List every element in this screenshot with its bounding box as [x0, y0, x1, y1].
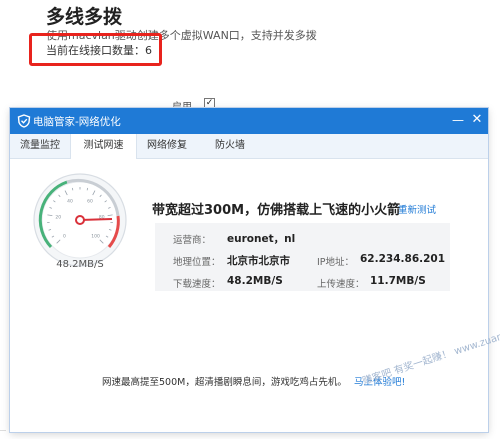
gauge-tick-label: 60 [87, 198, 93, 204]
speed-gauge: 02040 6080100 48.2MB/S [33, 173, 127, 270]
tab-bar: 流量监控 测试网速 网络修复 防火墙 [10, 134, 488, 159]
gauge-tick-label: 40 [67, 198, 73, 204]
highlight-annotation-box [29, 33, 162, 66]
section-title: 多线多拨 [46, 6, 123, 28]
gauge-tick [71, 187, 74, 191]
gauge-hub [75, 215, 85, 225]
ip-value: 62.234.86.201 [360, 253, 446, 265]
gauge-tick-label: 0 [63, 234, 66, 240]
location-label: 地理位置： [173, 257, 221, 268]
tab-network-repair[interactable]: 网络修复 [136, 134, 198, 158]
shield-logo-icon [17, 114, 31, 128]
promo-text: 网速最高提至500M，超清播剧瞬息间，游戏吃鸡占先机。 [102, 377, 347, 388]
download-label: 下载速度： [173, 279, 221, 290]
tab-firewall[interactable]: 防火墙 [200, 134, 260, 158]
result-info-panel: 运营商： euronet，nl 地理位置： 北京市北京市 IP地址： 62.23… [155, 223, 450, 291]
gauge-speed-text: 48.2MB/S [56, 259, 103, 270]
minimize-icon[interactable]: — [452, 113, 464, 127]
gauge-tick [86, 187, 89, 191]
isp-value: euronet，nl [227, 233, 296, 245]
gauge-tick-label: 100 [91, 234, 100, 240]
close-icon[interactable]: ✕ [471, 113, 483, 127]
gauge-tick-label: 20 [55, 215, 61, 221]
upload-value: 11.7MB/S [370, 275, 426, 287]
ip-label: IP地址： [317, 257, 355, 268]
result-headline: 带宽超过300M，仿佛搭载上飞速的小火箭 [152, 203, 401, 218]
divider-line [0, 430, 6, 431]
network-optimization-dialog: 电脑管家-网络优化 — ✕ 流量监控 测试网速 网络修复 防火墙 0 20 40 60… [10, 108, 488, 432]
tab-speed-test[interactable]: 测试网速 [70, 134, 137, 159]
retest-link[interactable]: 重新测试 [398, 202, 436, 216]
dialog-titlebar[interactable]: 电脑管家-网络优化 — ✕ [10, 108, 488, 134]
dialog-title: 电脑管家-网络优化 [33, 116, 121, 128]
download-value: 48.2MB/S [227, 275, 283, 287]
isp-label: 运营商： [173, 235, 212, 246]
location-value: 北京市北京市 [227, 255, 290, 267]
upload-label: 上传速度： [317, 279, 365, 290]
tab-traffic-monitor[interactable]: 流量监控 [10, 134, 70, 158]
